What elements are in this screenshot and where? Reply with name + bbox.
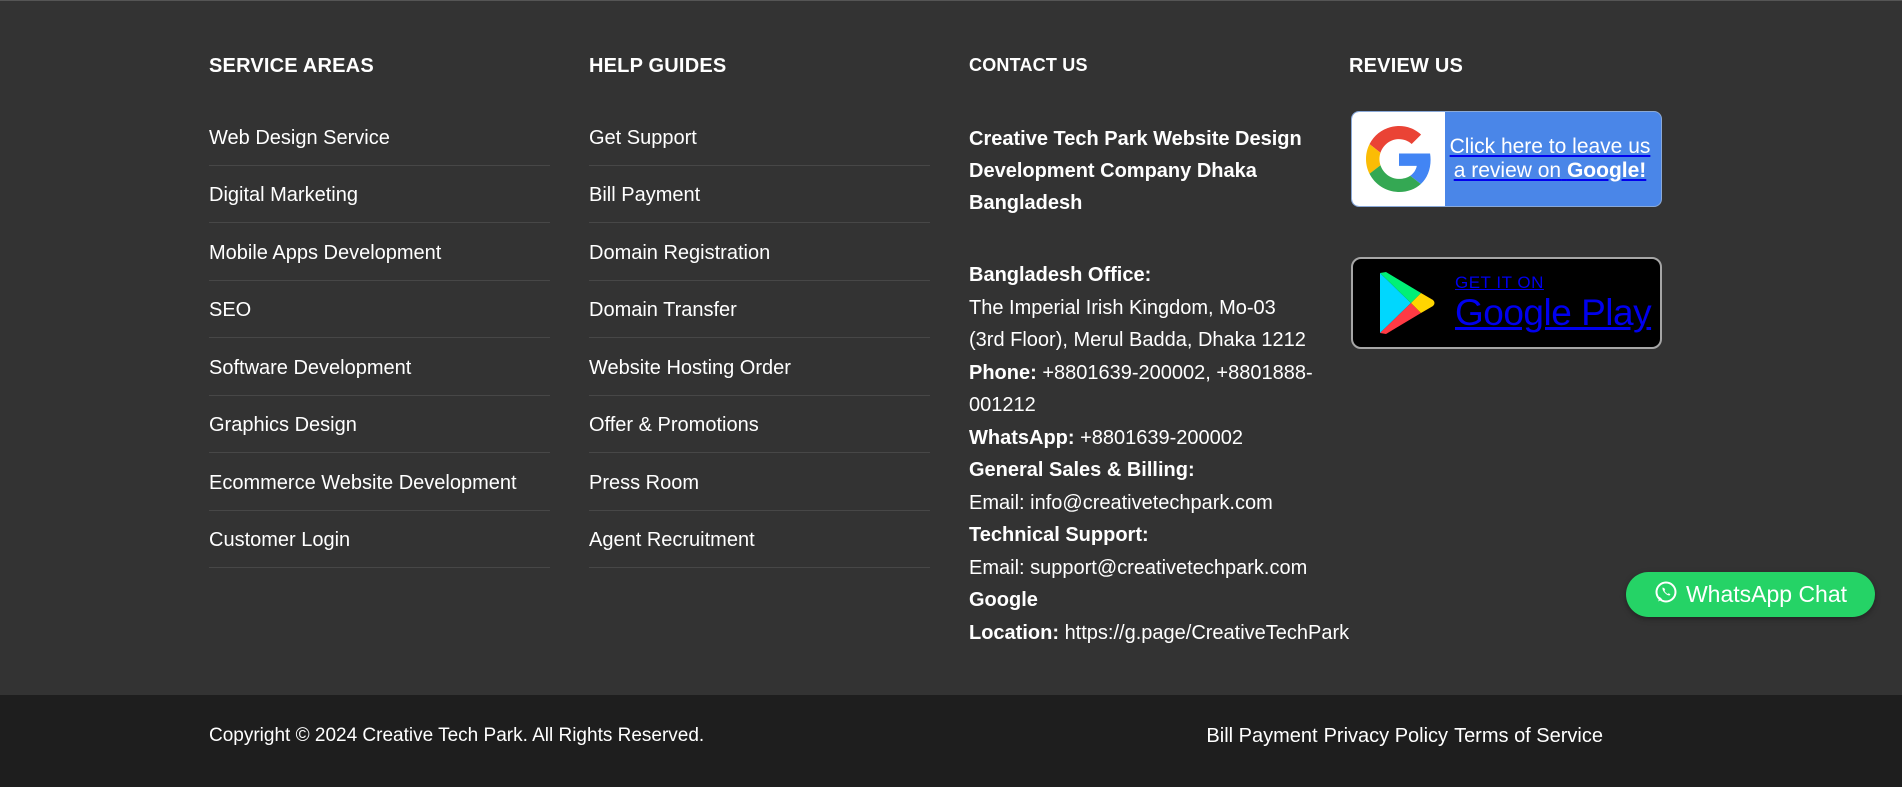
company-name-line: Bangladesh — [969, 192, 1083, 214]
list-item: Domain Transfer — [589, 281, 930, 338]
list-item: Get Support — [589, 108, 930, 166]
help-link-offers[interactable]: Offer & Promotions — [589, 410, 759, 437]
bottom-link-bill-payment[interactable]: Bill Payment — [1206, 725, 1317, 748]
bottom-link-privacy-policy[interactable]: Privacy Policy — [1324, 725, 1448, 748]
play-get-it-on: GET IT ON — [1455, 273, 1544, 292]
help-guides-list: Get Support Bill Payment Domain Registra… — [589, 108, 930, 568]
support-label: Technical Support: — [969, 524, 1149, 546]
review-heading: REVIEW US — [1349, 55, 1464, 77]
help-link-get-support[interactable]: Get Support — [589, 123, 697, 150]
sales-email[interactable]: info@creativetechpark.com — [1030, 492, 1273, 514]
list-item: Press Room — [589, 453, 930, 511]
whatsapp-label: WhatsApp: — [969, 426, 1075, 449]
sales-label: General Sales & Billing: — [969, 459, 1195, 481]
contact-heading: CONTACT US — [969, 55, 1088, 75]
list-item: Ecommerce Website Development — [209, 453, 550, 511]
google-review-text: Click here to leave us a review on Googl… — [1445, 112, 1661, 206]
help-link-bill-payment[interactable]: Bill Payment — [589, 180, 700, 207]
service-link-ecommerce[interactable]: Ecommerce Website Development — [209, 468, 517, 495]
help-link-domain-transfer[interactable]: Domain Transfer — [589, 295, 737, 322]
whatsapp-chat-label: WhatsApp Chat — [1685, 581, 1848, 607]
phone-value[interactable]: +8801639-200002, +8801888- — [1042, 362, 1312, 384]
address-line: (3rd Floor), Merul Badda, Dhaka 1212 — [969, 329, 1306, 351]
google-review-line: Click here to leave us — [1449, 135, 1651, 158]
footer-bottom-bar: Copyright © 2024 Creative Tech Park. All… — [0, 695, 1902, 787]
list-item: Software Development — [209, 338, 550, 396]
service-link-seo[interactable]: SEO — [209, 295, 251, 322]
help-link-press-room[interactable]: Press Room — [589, 468, 699, 495]
address-line: The Imperial Irish Kingdom, Mo-03 — [969, 296, 1276, 319]
service-link-software-development[interactable]: Software Development — [209, 353, 411, 380]
service-areas-heading: SERVICE AREAS — [209, 55, 374, 77]
google-review-brand: Google! — [1566, 159, 1647, 182]
list-item: Web Design Service — [209, 108, 550, 166]
location-label: Google — [969, 589, 1038, 611]
list-item: Graphics Design — [209, 396, 550, 453]
help-guides-heading: HELP GUIDES — [589, 55, 727, 77]
whatsapp-icon — [1654, 580, 1678, 609]
list-item: Customer Login — [209, 511, 550, 568]
service-areas-list: Web Design Service Digital Marketing Mob… — [209, 108, 550, 568]
phone-label: Phone: — [969, 361, 1037, 384]
office-label: Bangladesh Office: — [969, 264, 1152, 286]
google-play-icon — [1371, 271, 1441, 335]
google-g-icon — [1352, 112, 1445, 206]
help-link-agent-recruitment[interactable]: Agent Recruitment — [589, 525, 755, 552]
google-review-line: a review on — [1453, 159, 1562, 182]
list-item: Website Hosting Order — [589, 338, 930, 396]
legal-links: Bill Payment Privacy Policy Terms of Ser… — [1206, 725, 1603, 748]
service-link-customer-login[interactable]: Customer Login — [209, 525, 350, 552]
company-name-line: Creative Tech Park Website Design — [969, 128, 1302, 150]
bottom-link-terms-of-service[interactable]: Terms of Service — [1454, 725, 1603, 748]
list-item: Digital Marketing — [209, 166, 550, 223]
service-link-digital-marketing[interactable]: Digital Marketing — [209, 180, 358, 207]
play-store-name: Google Play — [1455, 292, 1652, 333]
list-item: Agent Recruitment — [589, 511, 930, 568]
google-review-button[interactable]: Click here to leave us a review on Googl… — [1351, 111, 1662, 207]
help-link-domain-registration[interactable]: Domain Registration — [589, 238, 770, 265]
list-item: Offer & Promotions — [589, 396, 930, 453]
list-item: Domain Registration — [589, 223, 930, 281]
copyright-text: Copyright © 2024 Creative Tech Park. All… — [209, 725, 705, 746]
footer-main: SERVICE AREAS Web Design Service Digital… — [0, 0, 1902, 695]
whatsapp-chat-button[interactable]: WhatsApp Chat — [1626, 572, 1875, 617]
support-email[interactable]: support@creativetechpark.com — [1030, 557, 1307, 579]
location-label: Location: — [969, 621, 1059, 644]
phone-value[interactable]: 001212 — [969, 389, 1349, 422]
service-link-graphics-design[interactable]: Graphics Design — [209, 410, 357, 437]
help-link-hosting-order[interactable]: Website Hosting Order — [589, 353, 791, 380]
google-play-button[interactable]: GET IT ON Google Play — [1351, 257, 1662, 349]
company-name-line: Development Company Dhaka — [969, 160, 1257, 182]
email-prefix: Email: — [969, 556, 1025, 579]
location-link[interactable]: https://g.page/CreativeTechPark — [1065, 622, 1350, 644]
service-link-mobile-apps[interactable]: Mobile Apps Development — [209, 238, 441, 265]
contact-details: Bangladesh Office: The Imperial Irish Ki… — [969, 259, 1349, 649]
company-name: Creative Tech Park Website Design Develo… — [969, 123, 1329, 219]
email-prefix: Email: — [969, 491, 1025, 514]
list-item: Mobile Apps Development — [209, 223, 550, 281]
whatsapp-value[interactable]: +8801639-200002 — [1080, 427, 1243, 449]
service-link-web-design[interactable]: Web Design Service — [209, 123, 390, 150]
list-item: Bill Payment — [589, 166, 930, 223]
list-item: SEO — [209, 281, 550, 338]
